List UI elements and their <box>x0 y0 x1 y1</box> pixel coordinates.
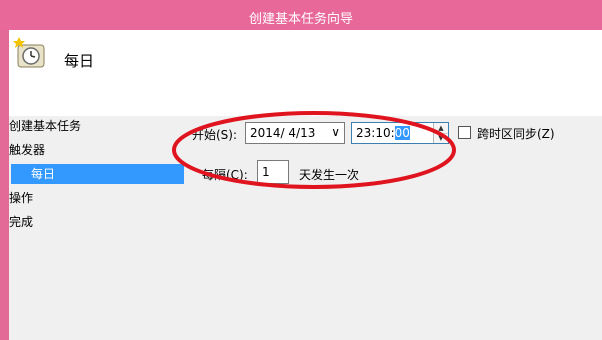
wizard-nav: 创建基本任务 触发器 每日 操作 完成 <box>9 116 189 340</box>
window-title: 创建基本任务向导 <box>248 12 353 27</box>
sync-timezone-label[interactable]: 跨时区同步(Z) <box>477 125 555 142</box>
page-heading: 每日 <box>64 52 95 70</box>
nav-item-trigger[interactable]: 触发器 <box>9 140 184 160</box>
task-scheduler-clock-icon <box>13 37 45 68</box>
title-bar[interactable]: 创建基本任务向导 <box>0 0 602 30</box>
wizard-header: 每日 <box>9 30 602 116</box>
nav-item-create-basic-task[interactable]: 创建基本任务 <box>9 116 184 136</box>
red-annotation-ellipse <box>172 111 456 189</box>
nav-item-finish[interactable]: 完成 <box>9 212 184 232</box>
nav-item-action[interactable]: 操作 <box>9 188 184 208</box>
nav-item-daily[interactable]: 每日 <box>11 164 184 184</box>
sync-timezone-checkbox[interactable] <box>458 126 471 139</box>
wizard-client-area: 每日 创建基本任务 触发器 每日 操作 完成 开始(S): 2014/ 4/13… <box>9 30 602 340</box>
